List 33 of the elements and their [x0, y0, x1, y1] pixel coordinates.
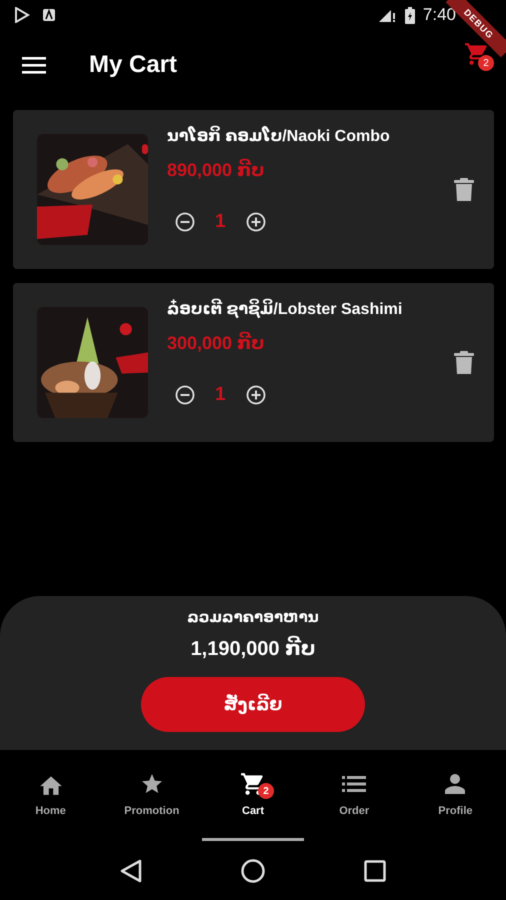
app-notification-icon — [42, 8, 56, 22]
nav-tab[interactable]: Profile — [404, 771, 506, 817]
nav-tab[interactable]: Home — [0, 771, 102, 817]
delete-button[interactable] — [454, 350, 474, 374]
recents-icon[interactable] — [364, 860, 386, 882]
delete-button[interactable] — [454, 178, 474, 202]
quantity-value: 1 — [215, 384, 226, 406]
decrease-button[interactable] — [175, 385, 195, 405]
item-name: ນາໂອກິ ຄອມໂບ/Naoki Combo — [167, 126, 454, 146]
nav-tab[interactable]: 2 Cart — [202, 771, 304, 817]
cart-count-badge: 2 — [258, 783, 274, 799]
total-amount: 1,190,000 ກີບ — [190, 636, 316, 661]
person-icon — [443, 772, 468, 796]
decrease-button[interactable] — [175, 212, 195, 232]
list-icon — [342, 775, 366, 793]
menu-icon — [22, 56, 46, 74]
page-title: My Cart — [89, 51, 178, 79]
cart-count-badge: 2 — [478, 55, 494, 71]
order-now-button[interactable]: ສັ່ງເລີຍ — [141, 677, 365, 732]
total-label: ລວມລາຄາອາຫານ — [187, 608, 319, 626]
increase-button[interactable] — [246, 385, 266, 405]
increase-button[interactable] — [246, 212, 266, 232]
nav-tab[interactable]: Order — [304, 771, 405, 817]
item-price: 300,000 ກີບ — [167, 333, 266, 354]
battery-icon — [404, 6, 415, 24]
menu-button[interactable] — [22, 56, 46, 74]
home-circle-icon[interactable] — [240, 858, 265, 882]
back-icon[interactable] — [120, 858, 142, 882]
nav-tab[interactable]: Promotion — [101, 771, 202, 817]
item-name: ລ໋ອບເຕີ ຊາຊິມິ/Lobster Sashimi — [167, 299, 454, 319]
play-store-icon — [14, 7, 30, 23]
item-price: 890,000 ກີບ — [167, 160, 266, 181]
quantity-value: 1 — [215, 211, 226, 233]
